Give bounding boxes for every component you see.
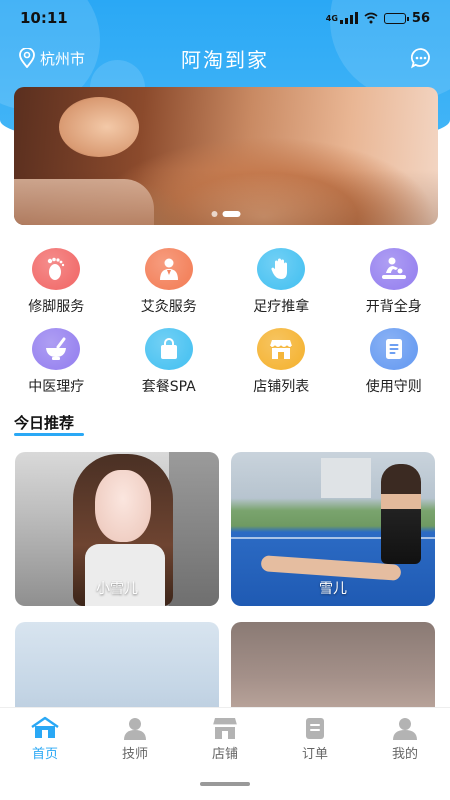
recommend-list: 小雪儿 雪儿 xyxy=(15,452,435,732)
wifi-icon xyxy=(364,12,378,24)
tab-label: 我的 xyxy=(391,747,418,762)
service-label: 艾灸服务 xyxy=(140,299,197,315)
store-icon xyxy=(269,340,293,359)
service-label: 中医理疗 xyxy=(28,379,85,395)
service-item-foot-care[interactable]: 修脚服务 xyxy=(0,248,113,316)
technician-name: 雪儿 xyxy=(319,581,347,597)
top-bar: 杭州市 阿淘到家 xyxy=(0,40,450,76)
status-indicators: 4G 56 xyxy=(326,11,430,26)
battery-percent: 56 xyxy=(411,10,430,26)
moxibustion-icon xyxy=(159,258,178,280)
status-bar: 10:11 4G 56 xyxy=(0,0,450,36)
banner-dot-active[interactable] xyxy=(222,211,241,217)
tab-technician[interactable]: 技师 xyxy=(90,708,180,769)
service-icon-bg xyxy=(257,328,306,370)
order-icon xyxy=(306,718,324,739)
tab-label: 店铺 xyxy=(211,747,238,762)
section-title: 今日推荐 xyxy=(14,414,75,432)
banner-towel xyxy=(14,179,154,225)
service-label: 开背全身 xyxy=(365,299,422,315)
service-item-spa-package[interactable]: 套餐SPA xyxy=(113,328,226,396)
profile-icon xyxy=(393,718,417,740)
section-title-underline xyxy=(14,433,84,436)
service-item-store-list[interactable]: 店铺列表 xyxy=(225,328,338,396)
hand-icon xyxy=(271,258,288,279)
bag-icon xyxy=(160,338,177,359)
bottom-tab-bar: 首页 技师 店铺 订单 我的 xyxy=(0,707,450,769)
tab-home[interactable]: 首页 xyxy=(0,708,90,769)
service-icon-bg xyxy=(144,328,193,370)
service-label: 套餐SPA xyxy=(141,379,196,395)
location-selector[interactable]: 杭州市 xyxy=(18,48,85,69)
service-item-foot-massage[interactable]: 足疗推拿 xyxy=(225,248,338,316)
service-label: 修脚服务 xyxy=(28,299,85,315)
foot-icon xyxy=(48,257,65,280)
tab-label: 首页 xyxy=(31,747,58,762)
service-label: 足疗推拿 xyxy=(253,299,310,315)
service-icon-bg xyxy=(32,328,81,370)
service-item-tcm[interactable]: 中医理疗 xyxy=(0,328,113,396)
technician-icon xyxy=(124,718,146,740)
service-icon-bg xyxy=(32,248,81,290)
massage-icon xyxy=(381,257,406,279)
service-item-moxibustion[interactable]: 艾灸服务 xyxy=(113,248,226,316)
service-label: 店铺列表 xyxy=(253,379,310,395)
tab-orders[interactable]: 订单 xyxy=(270,708,360,769)
service-icon-bg xyxy=(257,248,306,290)
battery-icon xyxy=(383,12,409,24)
banner-dot[interactable] xyxy=(211,211,218,217)
banner-pagination xyxy=(211,211,241,217)
service-item-guidelines[interactable]: 使用守则 xyxy=(338,328,450,396)
tab-label: 订单 xyxy=(301,747,328,762)
home-indicator xyxy=(200,782,250,786)
banner-image xyxy=(14,87,438,225)
technician-name: 小雪儿 xyxy=(96,581,138,597)
status-time: 10:11 xyxy=(20,9,68,27)
mortar-icon xyxy=(46,337,67,360)
message-button[interactable] xyxy=(410,47,432,69)
location-pin-icon xyxy=(19,48,35,68)
tab-label: 技师 xyxy=(121,747,148,762)
technician-card[interactable]: 小雪儿 xyxy=(15,452,219,606)
service-icon-bg xyxy=(369,328,418,370)
service-label: 使用守则 xyxy=(365,379,422,395)
store-icon xyxy=(213,718,237,739)
service-icon-bg xyxy=(144,248,193,290)
banner-face xyxy=(59,97,139,157)
tab-store[interactable]: 店铺 xyxy=(180,708,270,769)
technician-card[interactable]: 雪儿 xyxy=(231,452,435,606)
chat-bubble-icon xyxy=(410,48,430,69)
service-icon-bg xyxy=(369,248,418,290)
tab-profile[interactable]: 我的 xyxy=(360,708,450,769)
promo-banner[interactable] xyxy=(14,87,438,225)
network-type: 4G xyxy=(325,13,338,23)
service-grid: 修脚服务 艾灸服务 足疗推拿 开背全身 中医理疗 套餐SPA 店铺列表 使用守则 xyxy=(0,248,450,396)
location-label: 杭州市 xyxy=(40,49,86,68)
home-icon xyxy=(31,716,59,738)
service-item-back-massage[interactable]: 开背全身 xyxy=(338,248,450,316)
document-icon xyxy=(385,339,402,359)
signal-icon xyxy=(339,12,358,24)
